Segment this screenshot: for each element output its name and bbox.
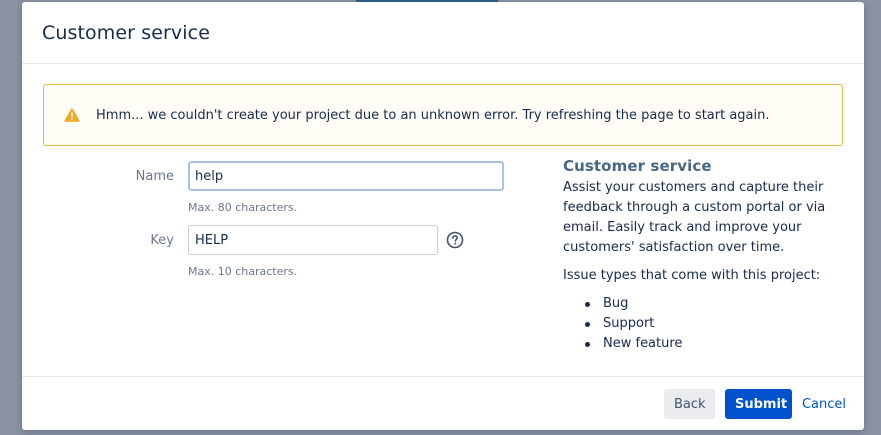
- create-project-dialog: Customer service Hmm... we couldn't crea…: [22, 2, 864, 430]
- key-hint: Max. 10 characters.: [188, 265, 298, 278]
- warning-triangle-icon: [64, 107, 80, 123]
- question-circle-icon[interactable]: [446, 231, 464, 249]
- submit-button[interactable]: Submit: [725, 389, 792, 419]
- key-label: Key: [150, 232, 174, 248]
- key-input[interactable]: [188, 225, 438, 255]
- issue-types-heading: Issue types that come with this project:: [563, 268, 821, 283]
- dialog-title: Customer service: [42, 22, 210, 44]
- dialog-header: Customer service: [22, 2, 864, 64]
- name-label: Name: [135, 168, 174, 184]
- project-type-description-text: Assist your customers and capture their …: [563, 180, 826, 255]
- list-item: New feature: [585, 334, 828, 354]
- name-hint: Max. 80 characters.: [188, 201, 298, 214]
- error-message-text: Hmm... we couldn't create your project d…: [96, 107, 770, 123]
- dialog-footer: Back Submit Cancel: [22, 376, 864, 430]
- list-item: Support: [585, 314, 828, 334]
- back-button[interactable]: Back: [664, 389, 715, 419]
- cancel-button[interactable]: Cancel: [799, 389, 849, 419]
- error-message-banner: Hmm... we couldn't create your project d…: [43, 84, 843, 146]
- issue-types-list: Bug Support New feature: [563, 294, 828, 354]
- project-type-description: Customer service Assist your customers a…: [563, 157, 828, 354]
- project-type-title: Customer service: [563, 157, 712, 175]
- list-item: Bug: [585, 294, 828, 314]
- name-input[interactable]: [188, 161, 504, 191]
